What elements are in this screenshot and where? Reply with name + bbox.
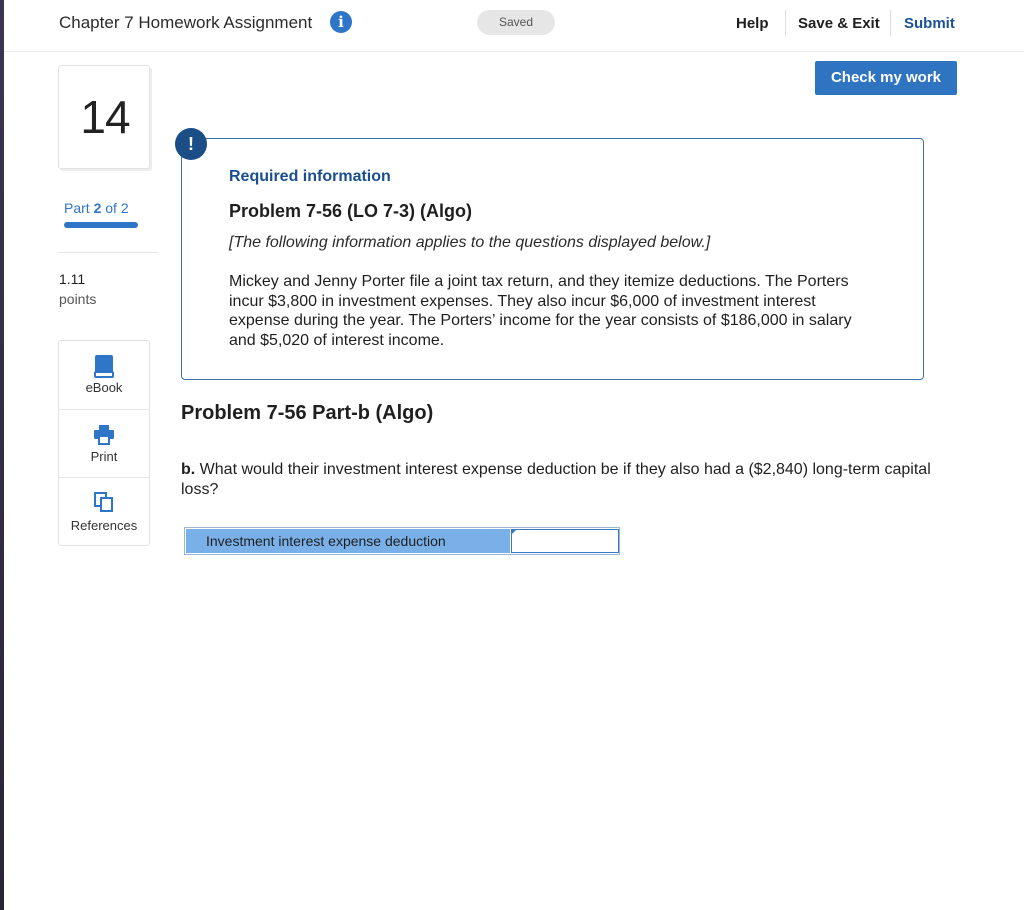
- book-icon: [93, 354, 115, 383]
- references-label: References: [70, 518, 138, 533]
- input-corner-flag: [511, 529, 517, 535]
- question-body: What would their investment interest exp…: [181, 461, 931, 498]
- part-indicator: Part 2 of 2: [64, 200, 129, 216]
- problem-title: Problem 7-56 (LO 7-3) (Algo): [229, 201, 473, 221]
- info-note: [The following information applies to th…: [229, 234, 711, 251]
- part-word: Part: [64, 200, 90, 216]
- required-information-heading: Required information: [229, 168, 391, 185]
- print-button[interactable]: Print: [59, 409, 149, 477]
- part-heading: Problem 7-56 Part-b (Algo): [181, 402, 434, 424]
- answer-label: Investment interest expense deduction: [186, 529, 510, 553]
- question-number: 14: [80, 91, 130, 143]
- deduction-answer-input[interactable]: [511, 529, 619, 553]
- points-value: 1.11: [59, 271, 86, 287]
- references-button[interactable]: References: [59, 477, 149, 545]
- answer-table-row: Investment interest expense deduction: [184, 527, 620, 555]
- save-exit-button[interactable]: Save & Exit: [798, 15, 880, 32]
- window-edge: [0, 0, 4, 910]
- copy-icon: [93, 491, 115, 518]
- question-prefix: b.: [181, 461, 196, 478]
- question-text: b. What would their investment interest …: [181, 460, 971, 500]
- part-current: 2: [93, 200, 102, 216]
- alert-icon: !: [175, 128, 207, 160]
- part-progress-bar: [64, 222, 138, 228]
- top-bar: Chapter 7 Homework Assignment i Saved He…: [4, 0, 1024, 52]
- assignment-title: Chapter 7 Homework Assignment: [59, 13, 313, 32]
- submit-button[interactable]: Submit: [904, 15, 955, 32]
- tools-panel: eBook Print References: [58, 340, 150, 546]
- required-information-box: Required information Problem 7-56 (LO 7-…: [181, 138, 924, 380]
- ebook-label: eBook: [85, 380, 123, 395]
- printer-icon: [93, 424, 115, 451]
- divider: [58, 252, 158, 253]
- points-label: points: [59, 291, 97, 307]
- question-number-card: 14: [58, 65, 150, 169]
- check-my-work-button[interactable]: Check my work: [815, 61, 957, 95]
- help-button[interactable]: Help: [736, 15, 769, 32]
- saved-status-badge: Saved: [477, 10, 555, 35]
- divider: [890, 10, 891, 36]
- divider: [785, 10, 786, 36]
- info-icon[interactable]: i: [330, 11, 352, 33]
- ebook-button[interactable]: eBook: [59, 341, 149, 409]
- part-of: of 2: [105, 200, 129, 216]
- problem-body-text: Mickey and Jenny Porter file a joint tax…: [229, 273, 852, 349]
- print-label: Print: [90, 449, 118, 464]
